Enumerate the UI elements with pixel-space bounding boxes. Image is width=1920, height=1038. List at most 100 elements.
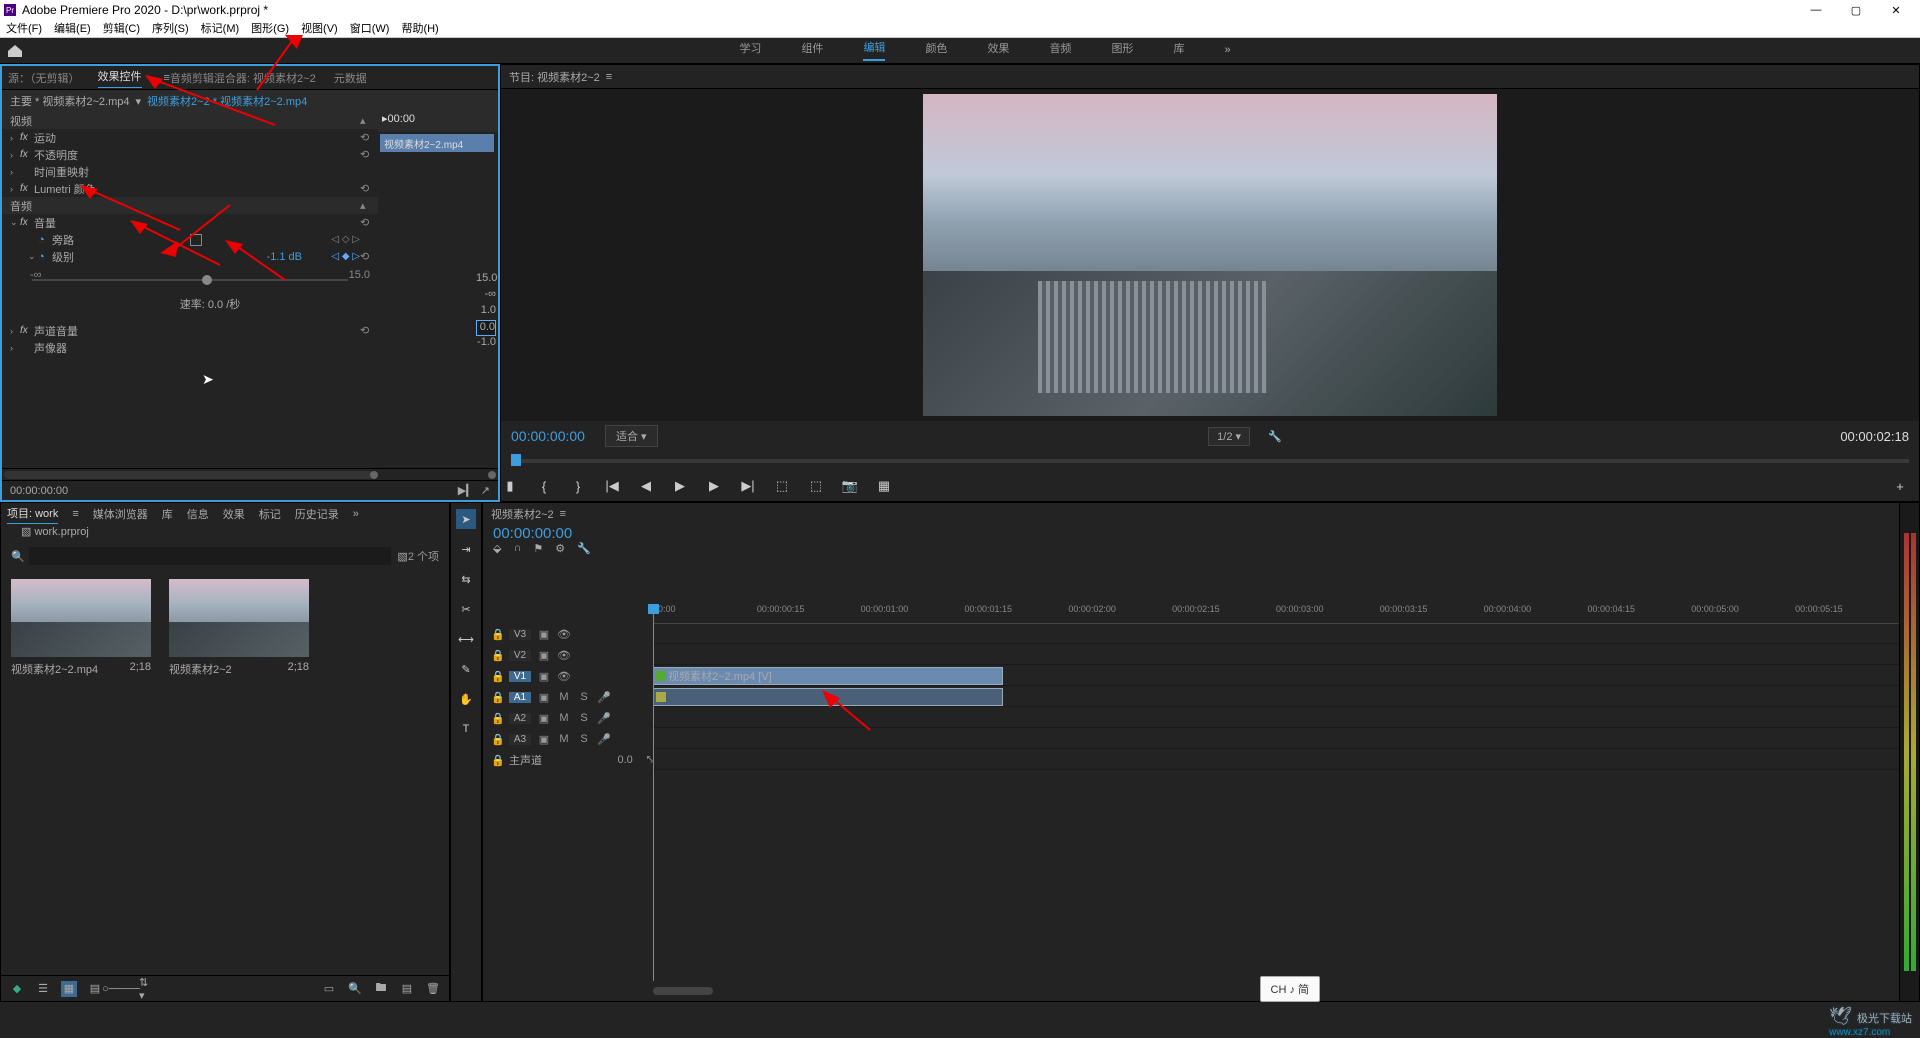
ec-clip-strip[interactable]: 视频素材2~2.mp4 bbox=[380, 134, 494, 152]
new-item-icon[interactable]: ▤ bbox=[399, 981, 415, 997]
voice-icon[interactable]: 🎤 bbox=[597, 712, 611, 725]
menu-view[interactable]: 视图(V) bbox=[301, 20, 338, 37]
snap-icon[interactable]: ⬙ bbox=[493, 542, 501, 564]
slip-tool-icon[interactable]: ⟷ bbox=[456, 629, 476, 649]
step-back-icon[interactable]: ◀ bbox=[637, 477, 655, 495]
track-a1-lane[interactable] bbox=[653, 687, 1899, 707]
ec-time-remap[interactable]: ›时间重映射 bbox=[2, 163, 378, 180]
track-a3[interactable]: 🔒A3▣MS🎤 bbox=[483, 729, 653, 749]
program-menu-icon[interactable]: ≡ bbox=[606, 71, 612, 83]
new-bin-icon[interactable]: 🖿 bbox=[373, 981, 389, 997]
export-frame-icon[interactable]: 📷 bbox=[841, 477, 859, 495]
ec-lumetri[interactable]: ›fxLumetri 颜色⟲ bbox=[2, 180, 378, 197]
razor-tool-icon[interactable]: ✂ bbox=[456, 599, 476, 619]
lift-icon[interactable]: ⬚ bbox=[773, 477, 791, 495]
timeline-menu-icon[interactable]: ≡ bbox=[560, 508, 566, 520]
track-v1-lane[interactable]: 视频素材2~2.mp4 [V] bbox=[653, 666, 1899, 686]
linked-selection-icon[interactable]: ∩ bbox=[513, 542, 521, 564]
voice-icon[interactable]: 🎤 bbox=[597, 691, 611, 704]
resolution-dropdown[interactable]: 1/2 ▾ bbox=[1208, 427, 1250, 446]
solo-icon[interactable]: S bbox=[577, 712, 591, 724]
ec-volume[interactable]: ⌄fx音量⟲ bbox=[2, 214, 378, 231]
audio-clip[interactable] bbox=[653, 688, 1003, 706]
lock-icon[interactable]: 🔒 bbox=[491, 733, 503, 746]
project-more-icon[interactable]: » bbox=[353, 508, 359, 520]
toggle-sync-icon[interactable]: ▣ bbox=[537, 733, 551, 746]
video-clip[interactable]: 视频素材2~2.mp4 [V] bbox=[653, 667, 1003, 685]
automate-icon[interactable]: ▭ bbox=[321, 981, 337, 997]
sort-icon[interactable]: ⇅ ▾ bbox=[139, 981, 155, 997]
rw-toggle-icon[interactable]: ◆ bbox=[9, 981, 25, 997]
tab-audio-mixer[interactable]: 音频剪辑混合器: 视频素材2~2 bbox=[170, 70, 316, 86]
toggle-sync-icon[interactable]: ▣ bbox=[537, 712, 551, 725]
track-v3-lane[interactable] bbox=[653, 624, 1899, 644]
play-icon[interactable]: ▶ bbox=[671, 477, 689, 495]
track-v2[interactable]: 🔒V2▣👁 bbox=[483, 645, 653, 665]
ec-panner[interactable]: ›声像器 bbox=[2, 339, 378, 356]
track-a2[interactable]: 🔒A2▣MS🎤 bbox=[483, 708, 653, 728]
mark-out-icon[interactable]: } bbox=[569, 477, 587, 495]
mark-in-icon[interactable]: { bbox=[535, 477, 553, 495]
list-view-icon[interactable]: ☰ bbox=[35, 981, 51, 997]
chevron-down-icon[interactable]: ▾ bbox=[136, 95, 142, 108]
lock-icon[interactable]: 🔒 bbox=[491, 628, 503, 641]
mute-icon[interactable]: M bbox=[557, 733, 571, 745]
toggle-sync-icon[interactable]: ▣ bbox=[537, 628, 551, 641]
freeform-view-icon[interactable]: ▤ bbox=[87, 981, 103, 997]
track-a3-lane[interactable] bbox=[653, 729, 1899, 749]
ec-opacity[interactable]: ›fx不透明度⟲ bbox=[2, 146, 378, 163]
extract-icon[interactable]: ⬚ bbox=[807, 477, 825, 495]
menu-file[interactable]: 文件(F) bbox=[6, 20, 42, 37]
mute-icon[interactable]: M bbox=[557, 691, 571, 703]
ec-bypass[interactable]: ◔旁路◁ ◇ ▷ bbox=[2, 231, 378, 248]
go-to-in-icon[interactable]: |◀ bbox=[603, 477, 621, 495]
maximize-button[interactable]: ▢ bbox=[1836, 0, 1876, 20]
tab-media-browser[interactable]: 媒体浏览器 bbox=[93, 506, 148, 522]
panel-menu-icon[interactable]: ≡ bbox=[72, 508, 78, 520]
ws-graphics[interactable]: 图形 bbox=[1111, 40, 1133, 60]
step-forward-icon[interactable]: ▶ bbox=[705, 477, 723, 495]
toggle-sync-icon[interactable]: ▣ bbox=[537, 691, 551, 704]
loop-icon[interactable]: ↗ bbox=[481, 485, 490, 497]
ws-edit[interactable]: 编辑 bbox=[863, 39, 885, 61]
settings-icon[interactable]: 🔧 bbox=[1268, 430, 1282, 443]
track-v1[interactable]: 🔒V1▣👁 bbox=[483, 666, 653, 686]
track-v2-lane[interactable] bbox=[653, 645, 1899, 665]
wrench-icon[interactable]: 🔧 bbox=[577, 542, 591, 564]
project-item[interactable]: H♪ 视频素材2~2.mp42;18 bbox=[11, 579, 151, 677]
track-select-tool-icon[interactable]: ⇥ bbox=[456, 539, 476, 559]
track-a1[interactable]: 🔒A1▣MS🎤 bbox=[483, 687, 653, 707]
ws-assembly[interactable]: 组件 bbox=[801, 40, 823, 60]
ec-channel-volume[interactable]: ›fx声道音量⟲ bbox=[2, 322, 378, 339]
lock-icon[interactable]: 🔒 bbox=[491, 691, 503, 704]
mute-icon[interactable]: M bbox=[557, 712, 571, 724]
find-icon[interactable]: 🔍 bbox=[347, 981, 363, 997]
program-preview[interactable] bbox=[501, 89, 1919, 421]
play-only-icon[interactable]: ▶▎ bbox=[458, 485, 475, 497]
toggle-sync-icon[interactable]: ▣ bbox=[537, 670, 551, 683]
track-a2-lane[interactable] bbox=[653, 708, 1899, 728]
ws-effects[interactable]: 效果 bbox=[987, 40, 1009, 60]
program-scrub-bar[interactable] bbox=[511, 451, 1909, 471]
filter-bin-icon[interactable]: ▧ bbox=[397, 550, 407, 563]
menu-sequence[interactable]: 序列(S) bbox=[152, 20, 189, 37]
close-button[interactable]: ✕ bbox=[1876, 0, 1916, 20]
track-master[interactable]: 🔒主声道0.0⤣ bbox=[483, 750, 653, 770]
minimize-button[interactable]: — bbox=[1796, 0, 1836, 20]
tab-markers[interactable]: 标记 bbox=[259, 506, 281, 522]
timeline-tab-label[interactable]: 视频素材2~2 bbox=[491, 506, 554, 522]
scrub-playhead[interactable] bbox=[511, 454, 521, 466]
ripple-tool-icon[interactable]: ⇆ bbox=[456, 569, 476, 589]
level-value[interactable]: -1.1 dB bbox=[267, 251, 302, 263]
button-editor-icon[interactable]: + bbox=[1891, 477, 1909, 495]
tab-library[interactable]: 库 bbox=[162, 506, 173, 522]
solo-icon[interactable]: S bbox=[577, 691, 591, 703]
playhead[interactable] bbox=[653, 604, 654, 981]
tab-history[interactable]: 历史记录 bbox=[295, 506, 339, 522]
ws-color[interactable]: 颜色 bbox=[925, 40, 947, 60]
menu-help[interactable]: 帮助(H) bbox=[401, 20, 438, 37]
hand-tool-icon[interactable]: ✋ bbox=[456, 689, 476, 709]
tab-project[interactable]: 项目: work bbox=[7, 505, 58, 524]
ws-audio[interactable]: 音频 bbox=[1049, 40, 1071, 60]
ec-timecode[interactable]: 00:00:00:00 bbox=[10, 485, 68, 497]
